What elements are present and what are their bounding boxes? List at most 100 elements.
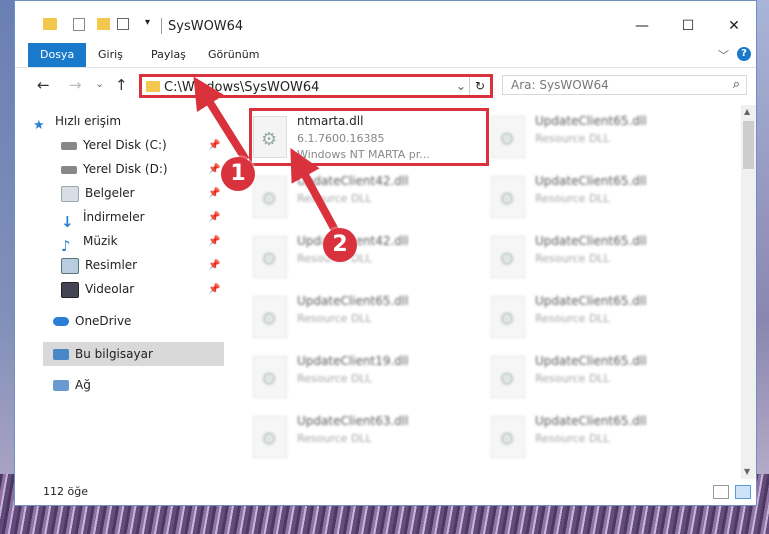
address-bar[interactable]: C:\Windows\SysWOW64 ⌄ ↻ — [139, 74, 493, 98]
recent-locations-button[interactable]: ⌄ — [95, 77, 104, 90]
dll-file-icon: ⚙ — [491, 176, 525, 218]
file-item[interactable]: ⚙ UpdateClient65.dll Resource DLL — [487, 288, 707, 344]
sidebar-item-quick-access[interactable]: ★ Hızlı erişim — [33, 110, 121, 133]
sidebar-item-label: İndirmeler — [83, 210, 145, 224]
file-item[interactable]: ⚙ UpdateClient42.dll Resource DLL — [249, 168, 469, 224]
sidebar-item-label: Bu bilgisayar — [75, 347, 153, 361]
scrollbar-thumb[interactable] — [743, 121, 754, 169]
sidebar-item-label: OneDrive — [75, 314, 132, 328]
title-bar: ▾ SysWOW64 — ☐ ✕ — [15, 1, 756, 43]
search-icon: ⌕ — [732, 77, 740, 92]
minimize-button[interactable]: — — [619, 11, 665, 41]
folder-icon — [146, 81, 160, 92]
file-type: Resource DLL — [535, 432, 610, 445]
vertical-scrollbar[interactable]: ▲ ▼ — [741, 105, 756, 481]
file-item[interactable]: ⚙ UpdateClient42.dll Resource DLL — [249, 228, 469, 284]
file-type: Resource DLL — [535, 252, 610, 265]
sidebar-item-network[interactable]: Ağ — [53, 374, 91, 396]
new-folder-icon[interactable] — [97, 18, 110, 30]
file-item[interactable]: ⚙ UpdateClient65.dll Resource DLL — [487, 108, 707, 164]
maximize-button[interactable]: ☐ — [665, 11, 711, 41]
large-icons-view-icon[interactable] — [735, 485, 751, 499]
sidebar-item-pictures[interactable]: Resimler — [61, 254, 137, 276]
address-dropdown-icon[interactable]: ⌄ — [456, 79, 466, 93]
file-item[interactable]: ⚙ UpdateClient65.dll Resource DLL — [487, 408, 707, 464]
search-input[interactable]: Ara: SysWOW64 ⌕ — [502, 75, 747, 95]
sidebar-item-onedrive[interactable]: OneDrive — [53, 310, 131, 332]
drive-icon — [61, 141, 77, 150]
file-item[interactable]: ⚙ UpdateClient65.dll Resource DLL — [487, 228, 707, 284]
dll-file-icon: ⚙ — [253, 236, 287, 278]
pin-icon[interactable]: 📌 — [208, 164, 220, 175]
gear-icon: ⚙ — [499, 369, 516, 390]
dll-file-icon: ⚙ — [253, 356, 287, 398]
file-type: Resource DLL — [535, 372, 610, 385]
sidebar-item-label: Belgeler — [85, 186, 135, 200]
videos-icon — [61, 281, 79, 298]
file-type: Resource DLL — [535, 192, 610, 205]
file-type: Resource DLL — [297, 432, 372, 445]
dll-file-icon: ⚙ — [491, 116, 525, 158]
gear-icon: ⚙ — [261, 249, 278, 270]
up-button[interactable]: ↑ — [115, 76, 128, 94]
sidebar-item-local-disk-d[interactable]: Yerel Disk (D:) — [61, 158, 168, 180]
gear-icon: ⚙ — [261, 189, 278, 210]
file-name: UpdateClient65.dll — [535, 174, 647, 188]
tab-view[interactable]: Görünüm — [196, 43, 271, 67]
pin-icon[interactable]: 📌 — [208, 236, 220, 247]
scroll-up-icon[interactable]: ▲ — [744, 107, 750, 116]
file-item[interactable]: ⚙ UpdateClient65.dll Resource DLL — [487, 348, 707, 404]
desktop-background-right — [757, 0, 769, 534]
gear-icon: ⚙ — [261, 309, 278, 330]
drive-icon — [61, 165, 77, 174]
step-2-badge: 2 — [323, 228, 357, 262]
network-icon — [53, 380, 69, 391]
sidebar-item-label: Yerel Disk (C:) — [83, 138, 167, 152]
refresh-button[interactable]: ↻ — [469, 77, 490, 95]
sidebar-item-documents[interactable]: Belgeler — [61, 182, 135, 204]
sidebar-item-downloads[interactable]: ↓ İndirmeler — [61, 206, 145, 231]
navigation-pane: ★ Hızlı erişim Yerel Disk (C:) 📌 Yerel Di… — [15, 104, 225, 474]
pin-icon[interactable]: 📌 — [208, 212, 220, 223]
close-button[interactable]: ✕ — [711, 11, 757, 41]
customize-toolbar-icon[interactable] — [117, 18, 129, 30]
pin-icon[interactable]: 📌 — [208, 284, 220, 295]
tab-home[interactable]: Giriş — [86, 43, 135, 67]
properties-icon[interactable] — [73, 18, 85, 31]
explorer-window: ▾ SysWOW64 — ☐ ✕ Dosya Giriş Paylaş Görü… — [14, 0, 757, 506]
details-view-icon[interactable] — [713, 485, 729, 499]
file-type: Resource DLL — [297, 192, 372, 205]
window-title: SysWOW64 — [168, 19, 244, 34]
tab-file[interactable]: Dosya — [28, 43, 87, 67]
folder-icon — [43, 18, 57, 30]
back-button[interactable]: ← — [37, 76, 50, 94]
pin-icon[interactable]: 📌 — [208, 188, 220, 199]
pin-icon[interactable]: 📌 — [208, 260, 220, 271]
pin-icon[interactable]: 📌 — [208, 140, 220, 151]
dll-file-icon: ⚙ — [253, 296, 287, 338]
file-item[interactable]: ⚙ UpdateClient65.dll Resource DLL — [487, 168, 707, 224]
file-name: UpdateClient19.dll — [297, 354, 409, 368]
file-type: Resource DLL — [297, 312, 372, 325]
file-item[interactable]: ⚙ UpdateClient63.dll Resource DLL — [249, 408, 469, 464]
ribbon-tabs: Dosya Giriş Paylaş Görünüm ﹀ ? — [15, 43, 756, 68]
file-item[interactable]: ⚙ UpdateClient65.dll Resource DLL — [249, 288, 469, 344]
qat-dropdown-icon[interactable]: ▾ — [145, 17, 150, 33]
desktop-background-left — [0, 0, 14, 534]
ribbon-expand-icon[interactable]: ﹀ — [718, 47, 729, 63]
sidebar-item-local-disk-c[interactable]: Yerel Disk (C:) — [61, 134, 167, 156]
sidebar-item-this-pc[interactable]: Bu bilgisayar — [53, 343, 153, 365]
scroll-down-icon[interactable]: ▼ — [744, 467, 750, 476]
help-icon[interactable]: ? — [737, 47, 751, 61]
tab-share[interactable]: Paylaş — [139, 43, 198, 67]
star-icon: ★ — [33, 117, 45, 133]
sidebar-item-videos[interactable]: Videolar — [61, 278, 134, 300]
file-item[interactable]: ⚙ UpdateClient19.dll Resource DLL — [249, 348, 469, 404]
file-name: UpdateClient65.dll — [535, 234, 647, 248]
dll-file-icon: ⚙ — [491, 416, 525, 458]
gear-icon: ⚙ — [261, 429, 278, 450]
search-placeholder: Ara: SysWOW64 — [511, 78, 609, 92]
forward-button[interactable]: → — [69, 76, 82, 94]
sidebar-item-music[interactable]: ♪ Müzik — [61, 230, 118, 255]
sidebar-item-label: Müzik — [83, 234, 118, 248]
